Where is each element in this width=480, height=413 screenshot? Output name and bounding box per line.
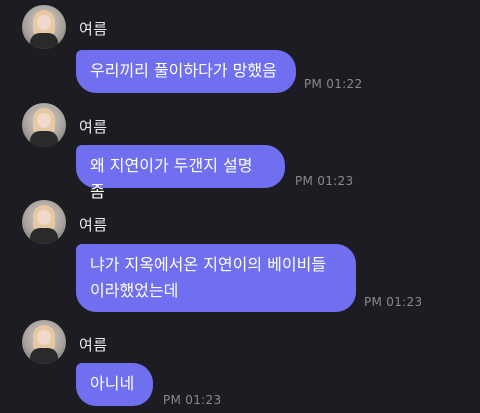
message-bubble[interactable]: 냐가 지옥에서온 지연이의 베이비들 이라했었는데 bbox=[76, 244, 356, 312]
message-time: PM 01:23 bbox=[364, 295, 423, 309]
avatar-body bbox=[30, 348, 58, 364]
avatar-face bbox=[37, 330, 51, 345]
message-time: PM 01:23 bbox=[163, 393, 222, 407]
sender-name: 여름 bbox=[79, 216, 108, 234]
avatar-face bbox=[37, 113, 51, 128]
avatar-body bbox=[30, 131, 58, 147]
message-time: PM 01:23 bbox=[295, 174, 354, 188]
avatar-body bbox=[30, 33, 58, 49]
avatar-face bbox=[37, 210, 51, 225]
message-bubble[interactable]: 우리끼리 풀이하다가 망했음 bbox=[76, 50, 296, 93]
avatar[interactable] bbox=[22, 320, 66, 364]
sender-name: 여름 bbox=[79, 20, 108, 38]
message-bubble[interactable]: 왜 지연이가 두갠지 설명 좀 bbox=[76, 145, 285, 201]
avatar[interactable] bbox=[22, 103, 66, 147]
avatar[interactable] bbox=[22, 200, 66, 244]
avatar-body bbox=[30, 228, 58, 244]
avatar-face bbox=[37, 15, 51, 30]
sender-name: 여름 bbox=[79, 336, 108, 354]
message-bubble[interactable]: 아니네 bbox=[76, 363, 153, 406]
chat-thread[interactable]: 여름 우리끼리 풀이하다가 망했음 PM 01:22 여름 왜 지연이가 두갠지… bbox=[0, 0, 480, 413]
message-time: PM 01:22 bbox=[304, 77, 363, 91]
sender-name: 여름 bbox=[79, 118, 108, 136]
avatar[interactable] bbox=[22, 5, 66, 49]
